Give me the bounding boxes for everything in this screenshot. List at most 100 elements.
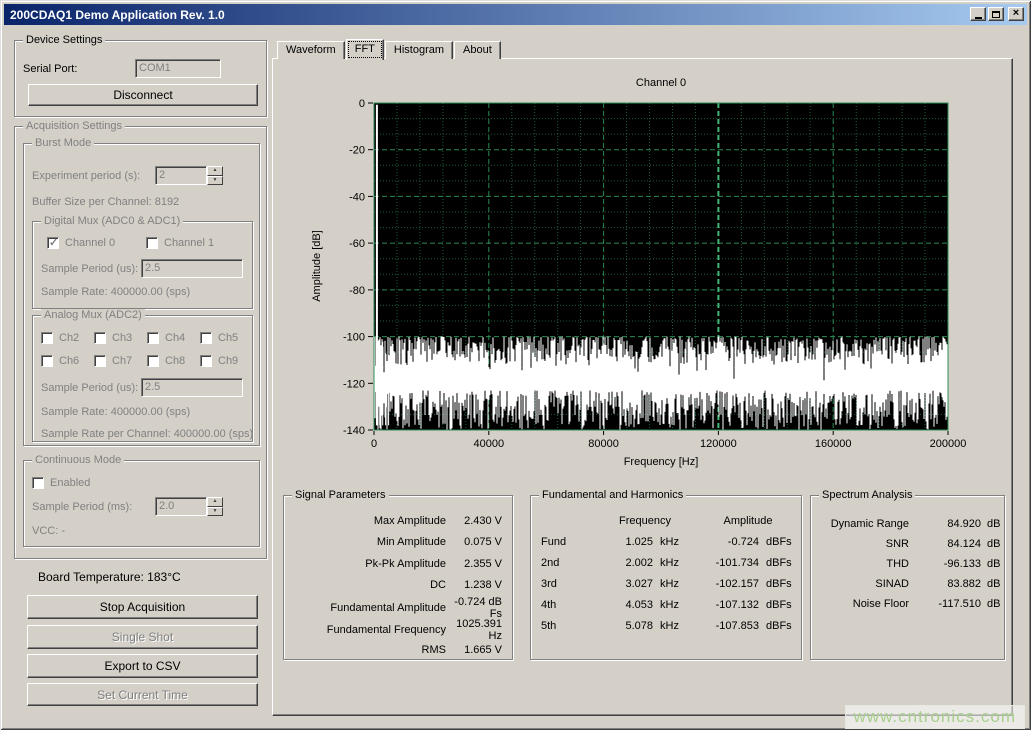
set-current-time-button: Set Current Time [27, 683, 258, 706]
row-unit: dB [981, 538, 1007, 550]
ch4-checkbox [147, 332, 159, 344]
y-tick-label: -20 [349, 145, 365, 157]
single-shot-button: Single Shot [27, 625, 258, 649]
row-label: Fundamental Frequency [288, 624, 446, 636]
tab-label: Histogram [394, 44, 444, 56]
harmonic-amplitude-unit: dBFs [759, 599, 803, 611]
watermark: www.cntronics.com [845, 705, 1025, 729]
continuous-mode-group: Continuous Mode Enabled Sample Period (m… [23, 460, 260, 547]
close-icon: × [1013, 8, 1019, 19]
harmonics-group: Fundamental and Harmonics Frequency Ampl… [530, 495, 802, 660]
harmonic-frequency: 1.025 [597, 536, 653, 548]
harmonic-name: 2nd [541, 557, 597, 569]
analog-channel-ch5: Ch5 [200, 332, 238, 344]
disconnect-button[interactable]: Disconnect [28, 84, 258, 106]
channel0-checkbox-row: Channel 0 [47, 237, 115, 249]
harmonic-name: 5th [541, 620, 597, 632]
acquisition-settings-group: Acquisition Settings Burst Mode Experime… [14, 126, 267, 559]
row-value: 0.075 V [446, 536, 508, 548]
x-tick-label: 160000 [815, 438, 852, 450]
table-row: THD-96.133dB [813, 554, 1002, 574]
acquisition-settings-legend: Acquisition Settings [23, 120, 125, 132]
ch6-label: Ch6 [59, 355, 79, 367]
row-label: Max Amplitude [288, 515, 446, 527]
continuous-enabled-row: Enabled [32, 477, 90, 489]
y-tick-label: -140 [343, 425, 365, 437]
table-row: Dynamic Range84.920dB [813, 514, 1002, 534]
amux-sample-period-label: Sample Period (us): [41, 382, 138, 394]
vcc-text: VCC: - [32, 525, 65, 537]
y-tick-label: -120 [343, 378, 365, 390]
table-row: Pk-Pk Amplitude2.355 V [288, 553, 508, 575]
close-button[interactable]: × [1008, 7, 1024, 21]
titlebar: 200CDAQ1 Demo Application Rev. 1.0 × [4, 4, 1027, 25]
harmonic-frequency-unit: kHz [653, 578, 693, 590]
x-tick-label: 80000 [588, 438, 619, 450]
channel0-checkbox [47, 237, 59, 249]
continuous-sample-period-value: 2.0 [155, 497, 207, 516]
analog-channel-ch8: Ch8 [147, 355, 185, 367]
row-label: Fundamental Amplitude [288, 602, 446, 614]
row-unit: dB [981, 578, 1007, 590]
ch7-label: Ch7 [112, 355, 132, 367]
tab-about[interactable]: About [454, 41, 501, 59]
row-value: -117.510 [909, 598, 981, 610]
chart-title: Channel 0 [636, 77, 686, 89]
table-row: SNR84.124dB [813, 534, 1002, 554]
harmonic-frequency: 4.053 [597, 599, 653, 611]
analog-channel-ch2: Ch2 [41, 332, 79, 344]
board-temperature-text: Board Temperature: 183°C [38, 570, 181, 584]
analog-channel-ch9: Ch9 [200, 355, 238, 367]
row-label: Pk-Pk Amplitude [288, 558, 446, 570]
row-value: -96.133 [909, 558, 981, 570]
continuous-enabled-checkbox [32, 477, 44, 489]
maximize-button[interactable] [988, 7, 1004, 21]
dmux-sample-rate-text: Sample Rate: 400000.00 (sps) [41, 286, 190, 298]
table-row: Fund1.025kHz-0.724dBFs [541, 531, 797, 552]
spectrum-analysis-table: Dynamic Range84.920dBSNR84.124dBTHD-96.1… [813, 514, 1002, 614]
harmonic-amplitude-unit: dBFs [759, 557, 803, 569]
digital-mux-legend: Digital Mux (ADC0 & ADC1) [41, 215, 183, 227]
tab-waveform[interactable]: Waveform [277, 41, 345, 59]
amux-sample-rate-text: Sample Rate: 400000.00 (sps) [41, 406, 190, 418]
spin-down-icon: ▼ [207, 507, 223, 517]
tab-histogram[interactable]: Histogram [385, 41, 453, 59]
minimize-button[interactable] [970, 7, 986, 21]
harmonics-rows: Fund1.025kHz-0.724dBFs2nd2.002kHz-101.73… [541, 531, 797, 636]
experiment-period-label: Experiment period (s): [32, 170, 140, 182]
amux-sample-rate-per-channel-text: Sample Rate per Channel: 400000.00 (sps) [41, 428, 253, 440]
harmonic-frequency-unit: kHz [653, 536, 693, 548]
harmonic-frequency: 5.078 [597, 620, 653, 632]
harmonic-frequency-unit: kHz [653, 557, 693, 569]
row-unit: dB [981, 518, 1007, 530]
table-row: Max Amplitude2.430 V [288, 510, 508, 532]
row-label: SNR [813, 538, 909, 550]
ch6-checkbox [41, 355, 53, 367]
signal-parameters-legend: Signal Parameters [292, 489, 389, 501]
spin-up-icon: ▲ [207, 497, 223, 507]
harmonic-frequency-unit: kHz [653, 599, 693, 611]
tab-label: FFT [355, 43, 375, 55]
x-tick-label: 120000 [700, 438, 737, 450]
export-to-csv-button[interactable]: Export to CSV [27, 654, 258, 678]
ch7-checkbox [94, 355, 106, 367]
table-row: 3rd3.027kHz-102.157dBFs [541, 573, 797, 594]
analog-channel-ch4: Ch4 [147, 332, 185, 344]
y-tick-label: -80 [349, 285, 365, 297]
serial-port-field: COM1 [135, 59, 221, 78]
tab-fft[interactable]: FFT [346, 39, 384, 60]
row-value: 84.920 [909, 518, 981, 530]
channel1-label: Channel 1 [164, 237, 214, 249]
tab-label: About [463, 44, 492, 56]
row-value: 1.238 V [446, 579, 508, 591]
harmonic-amplitude-unit: dBFs [759, 536, 803, 548]
table-row: Noise Floor-117.510dB [813, 594, 1002, 614]
minimize-icon [975, 17, 982, 19]
spin-down-icon: ▼ [207, 176, 223, 186]
burst-mode-legend: Burst Mode [32, 137, 94, 149]
stop-acquisition-button[interactable]: Stop Acquisition [27, 595, 258, 619]
ch8-label: Ch8 [165, 355, 185, 367]
row-value: 2.355 V [446, 558, 508, 570]
app-window: 200CDAQ1 Demo Application Rev. 1.0 × Dev… [0, 0, 1031, 730]
ch4-label: Ch4 [165, 332, 185, 344]
